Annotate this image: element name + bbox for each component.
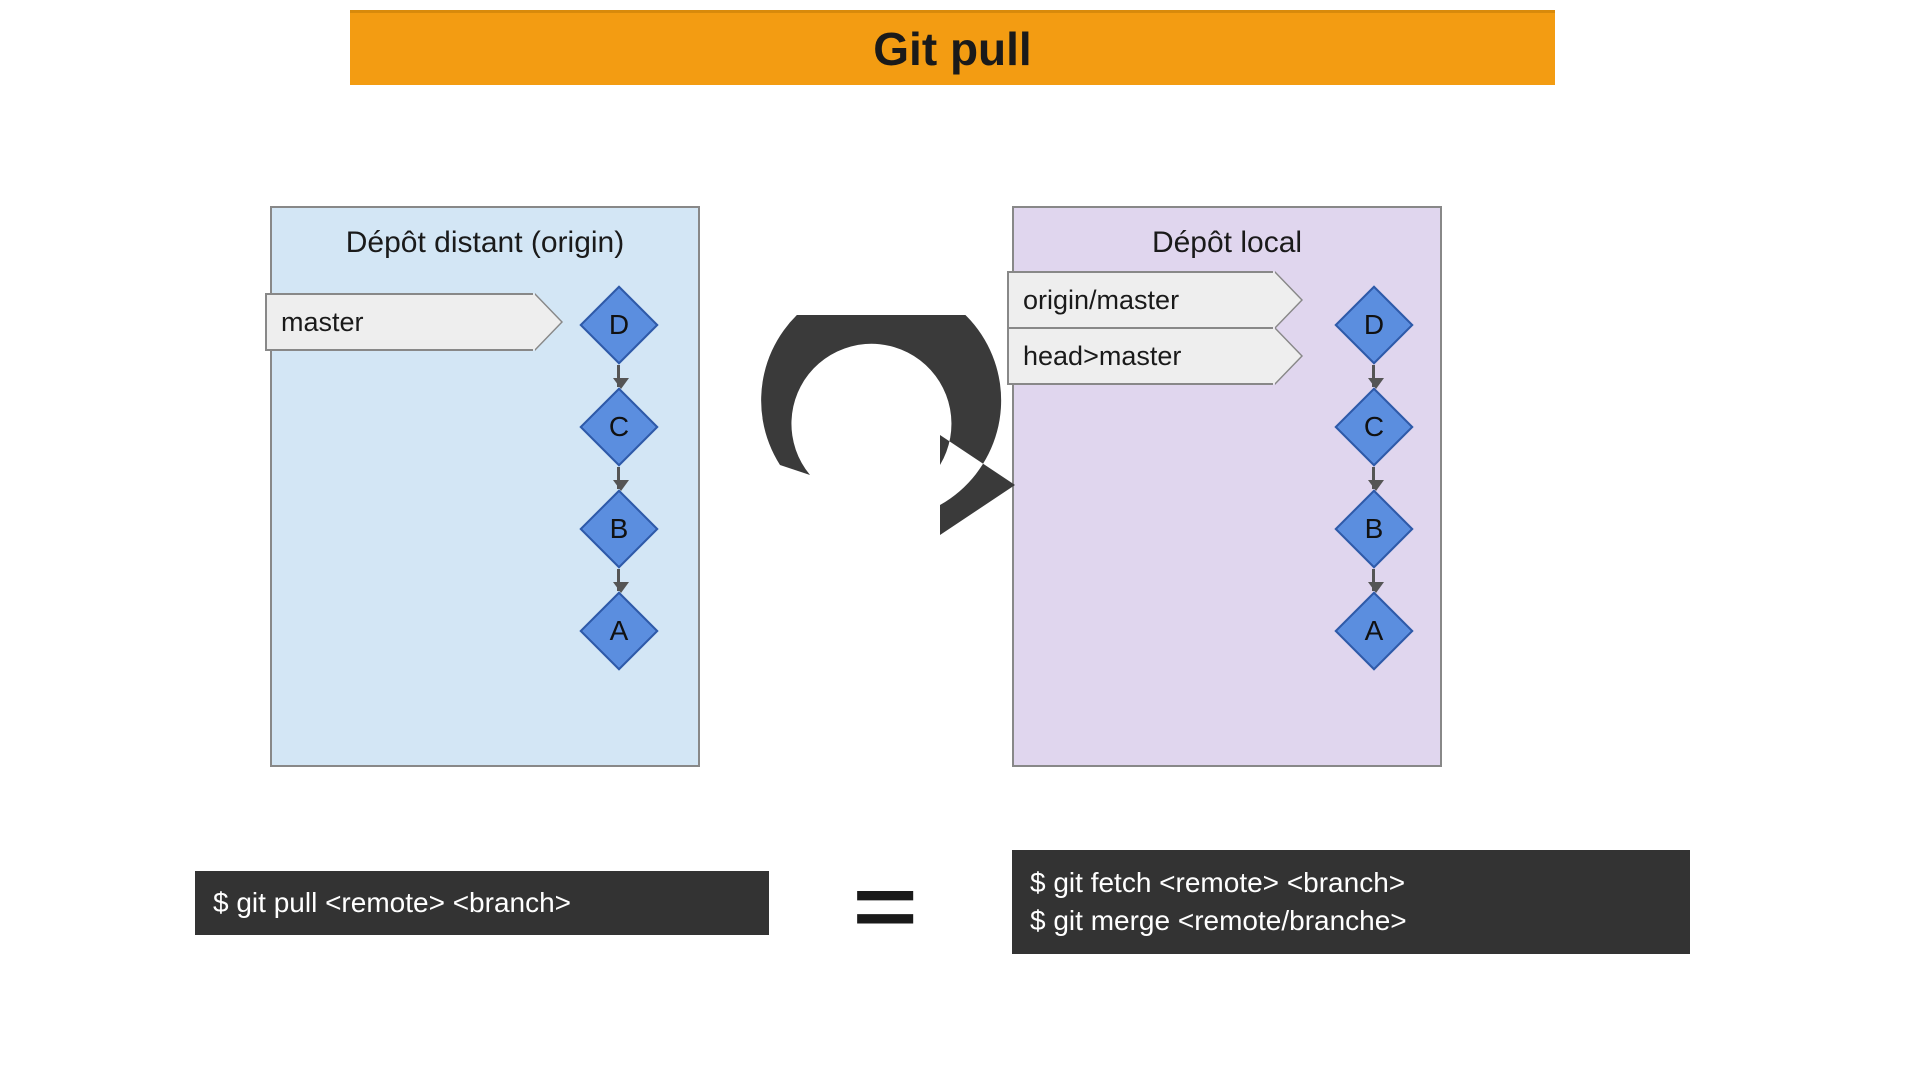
commit-remote-a-label: A [610, 615, 629, 647]
commit-remote-d: D [579, 285, 658, 364]
commit-local-d: D [1334, 285, 1413, 364]
tag-master: master [265, 293, 533, 351]
cmd-git-pull-text: $ git pull <remote> <branch> [213, 884, 769, 922]
arrow-remote-d-c [617, 365, 620, 387]
commit-remote-d-label: D [609, 309, 629, 341]
commit-local-a: A [1334, 591, 1413, 670]
cmd-git-fetch-text: $ git fetch <remote> <branch> [1030, 864, 1690, 902]
commit-remote-c-label: C [609, 411, 629, 443]
arrow-local-d-c [1372, 365, 1375, 387]
cmd-git-pull: $ git pull <remote> <branch> [195, 871, 769, 935]
commit-local-d-label: D [1364, 309, 1384, 341]
local-repo-title: Dépôt local [1014, 226, 1440, 260]
tag-head-master-label: head>master [1023, 341, 1181, 372]
commit-remote-c: C [579, 387, 658, 466]
commit-remote-b-label: B [610, 513, 629, 545]
tag-origin-master: origin/master [1007, 271, 1273, 329]
commit-local-b: B [1334, 489, 1413, 568]
cmd-git-merge-text: $ git merge <remote/branche> [1030, 902, 1690, 940]
pull-arrow-label: git pull [800, 418, 881, 450]
arrow-local-c-b [1372, 467, 1375, 489]
commit-local-b-label: B [1365, 513, 1384, 545]
tag-origin-master-label: origin/master [1023, 285, 1179, 316]
tag-master-label: master [281, 307, 364, 338]
local-repo-box: Dépôt local origin/master head>master D … [1012, 206, 1442, 767]
commit-remote-b: B [579, 489, 658, 568]
arrow-remote-c-b [617, 467, 620, 489]
commit-remote-a: A [579, 591, 658, 670]
cmd-fetch-merge: $ git fetch <remote> <branch> $ git merg… [1012, 850, 1690, 954]
arrow-remote-b-a [617, 569, 620, 591]
commit-local-c-label: C [1364, 411, 1384, 443]
equals-sign: = [852, 858, 917, 957]
remote-repo-title: Dépôt distant (origin) [272, 226, 698, 260]
page-title: Git pull [350, 10, 1555, 85]
commit-local-a-label: A [1365, 615, 1384, 647]
remote-repo-box: Dépôt distant (origin) master D C B A [270, 206, 700, 767]
tag-head-master: head>master [1007, 327, 1273, 385]
commit-local-c: C [1334, 387, 1413, 466]
arrow-local-b-a [1372, 569, 1375, 591]
